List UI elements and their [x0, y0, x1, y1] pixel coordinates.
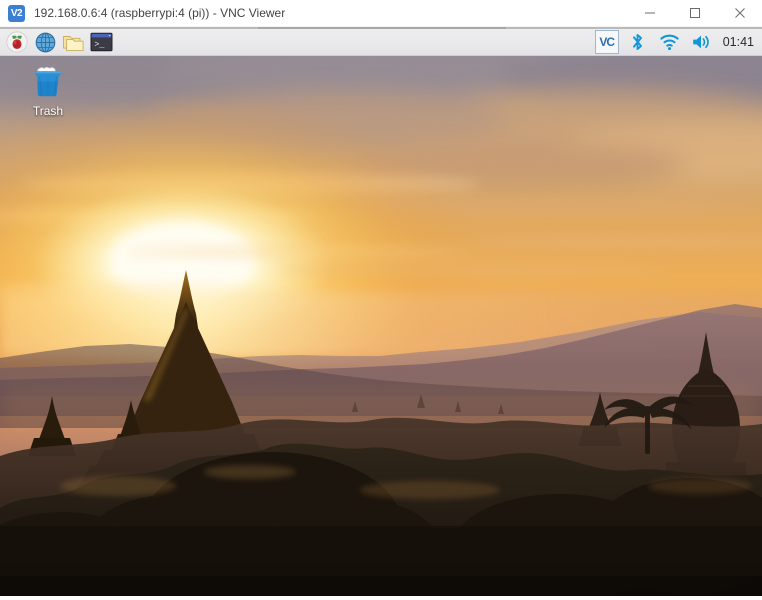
taskbar-item-web-browser[interactable]: [32, 30, 58, 55]
desktop-icon-label: Trash: [32, 104, 64, 118]
taskbar-item-raspberry-pi-menu[interactable]: [4, 30, 30, 55]
svg-text:>_: >_: [94, 39, 105, 49]
folders-icon: [62, 35, 84, 51]
window-bottom-edge: [0, 596, 762, 600]
desktop-area[interactable]: Trash: [0, 56, 762, 596]
tray-item-wifi[interactable]: [657, 30, 683, 55]
taskbar-launchers: >_: [0, 30, 114, 55]
globe-icon: [35, 32, 55, 52]
minimize-icon: [644, 12, 655, 14]
raspberry-pi-taskbar: >_ VC 01:41: [0, 29, 762, 56]
window-title: 192.168.0.6:4 (raspberrypi:4 (pi)) - VNC…: [34, 6, 286, 20]
taskbar-tray: VC 01:41: [594, 30, 762, 55]
vnc-viewer-window: V2 192.168.0.6:4 (raspberrypi:4 (pi)) - …: [0, 0, 762, 600]
maximize-icon: [689, 8, 700, 18]
window-controls: [627, 0, 762, 27]
tray-item-volume[interactable]: [689, 30, 715, 55]
tray-item-vnc-server[interactable]: VC: [594, 30, 619, 54]
taskbar-item-file-manager[interactable]: [60, 30, 86, 55]
taskbar-item-terminal[interactable]: >_: [88, 30, 114, 55]
vnc-viewer-logo-icon: V2: [8, 4, 25, 22]
wifi-icon: [660, 34, 679, 51]
close-button[interactable]: [717, 0, 762, 27]
desktop-icon-trash[interactable]: Trash: [18, 60, 78, 118]
raspberry-icon: [6, 31, 28, 53]
bluetooth-icon: [633, 34, 643, 50]
trash-icon: [27, 60, 69, 102]
tray-item-bluetooth[interactable]: [625, 30, 651, 55]
desktop-wallpaper: [0, 56, 762, 596]
close-icon: [734, 8, 745, 18]
speaker-icon: [693, 35, 709, 49]
minimize-button[interactable]: [627, 0, 672, 27]
taskbar-clock[interactable]: 01:41: [721, 35, 754, 49]
maximize-button[interactable]: [672, 0, 717, 27]
terminal-icon: >_: [90, 32, 112, 52]
window-titlebar: V2 192.168.0.6:4 (raspberrypi:4 (pi)) - …: [0, 0, 762, 27]
bagan-sunset-image: [0, 56, 762, 596]
